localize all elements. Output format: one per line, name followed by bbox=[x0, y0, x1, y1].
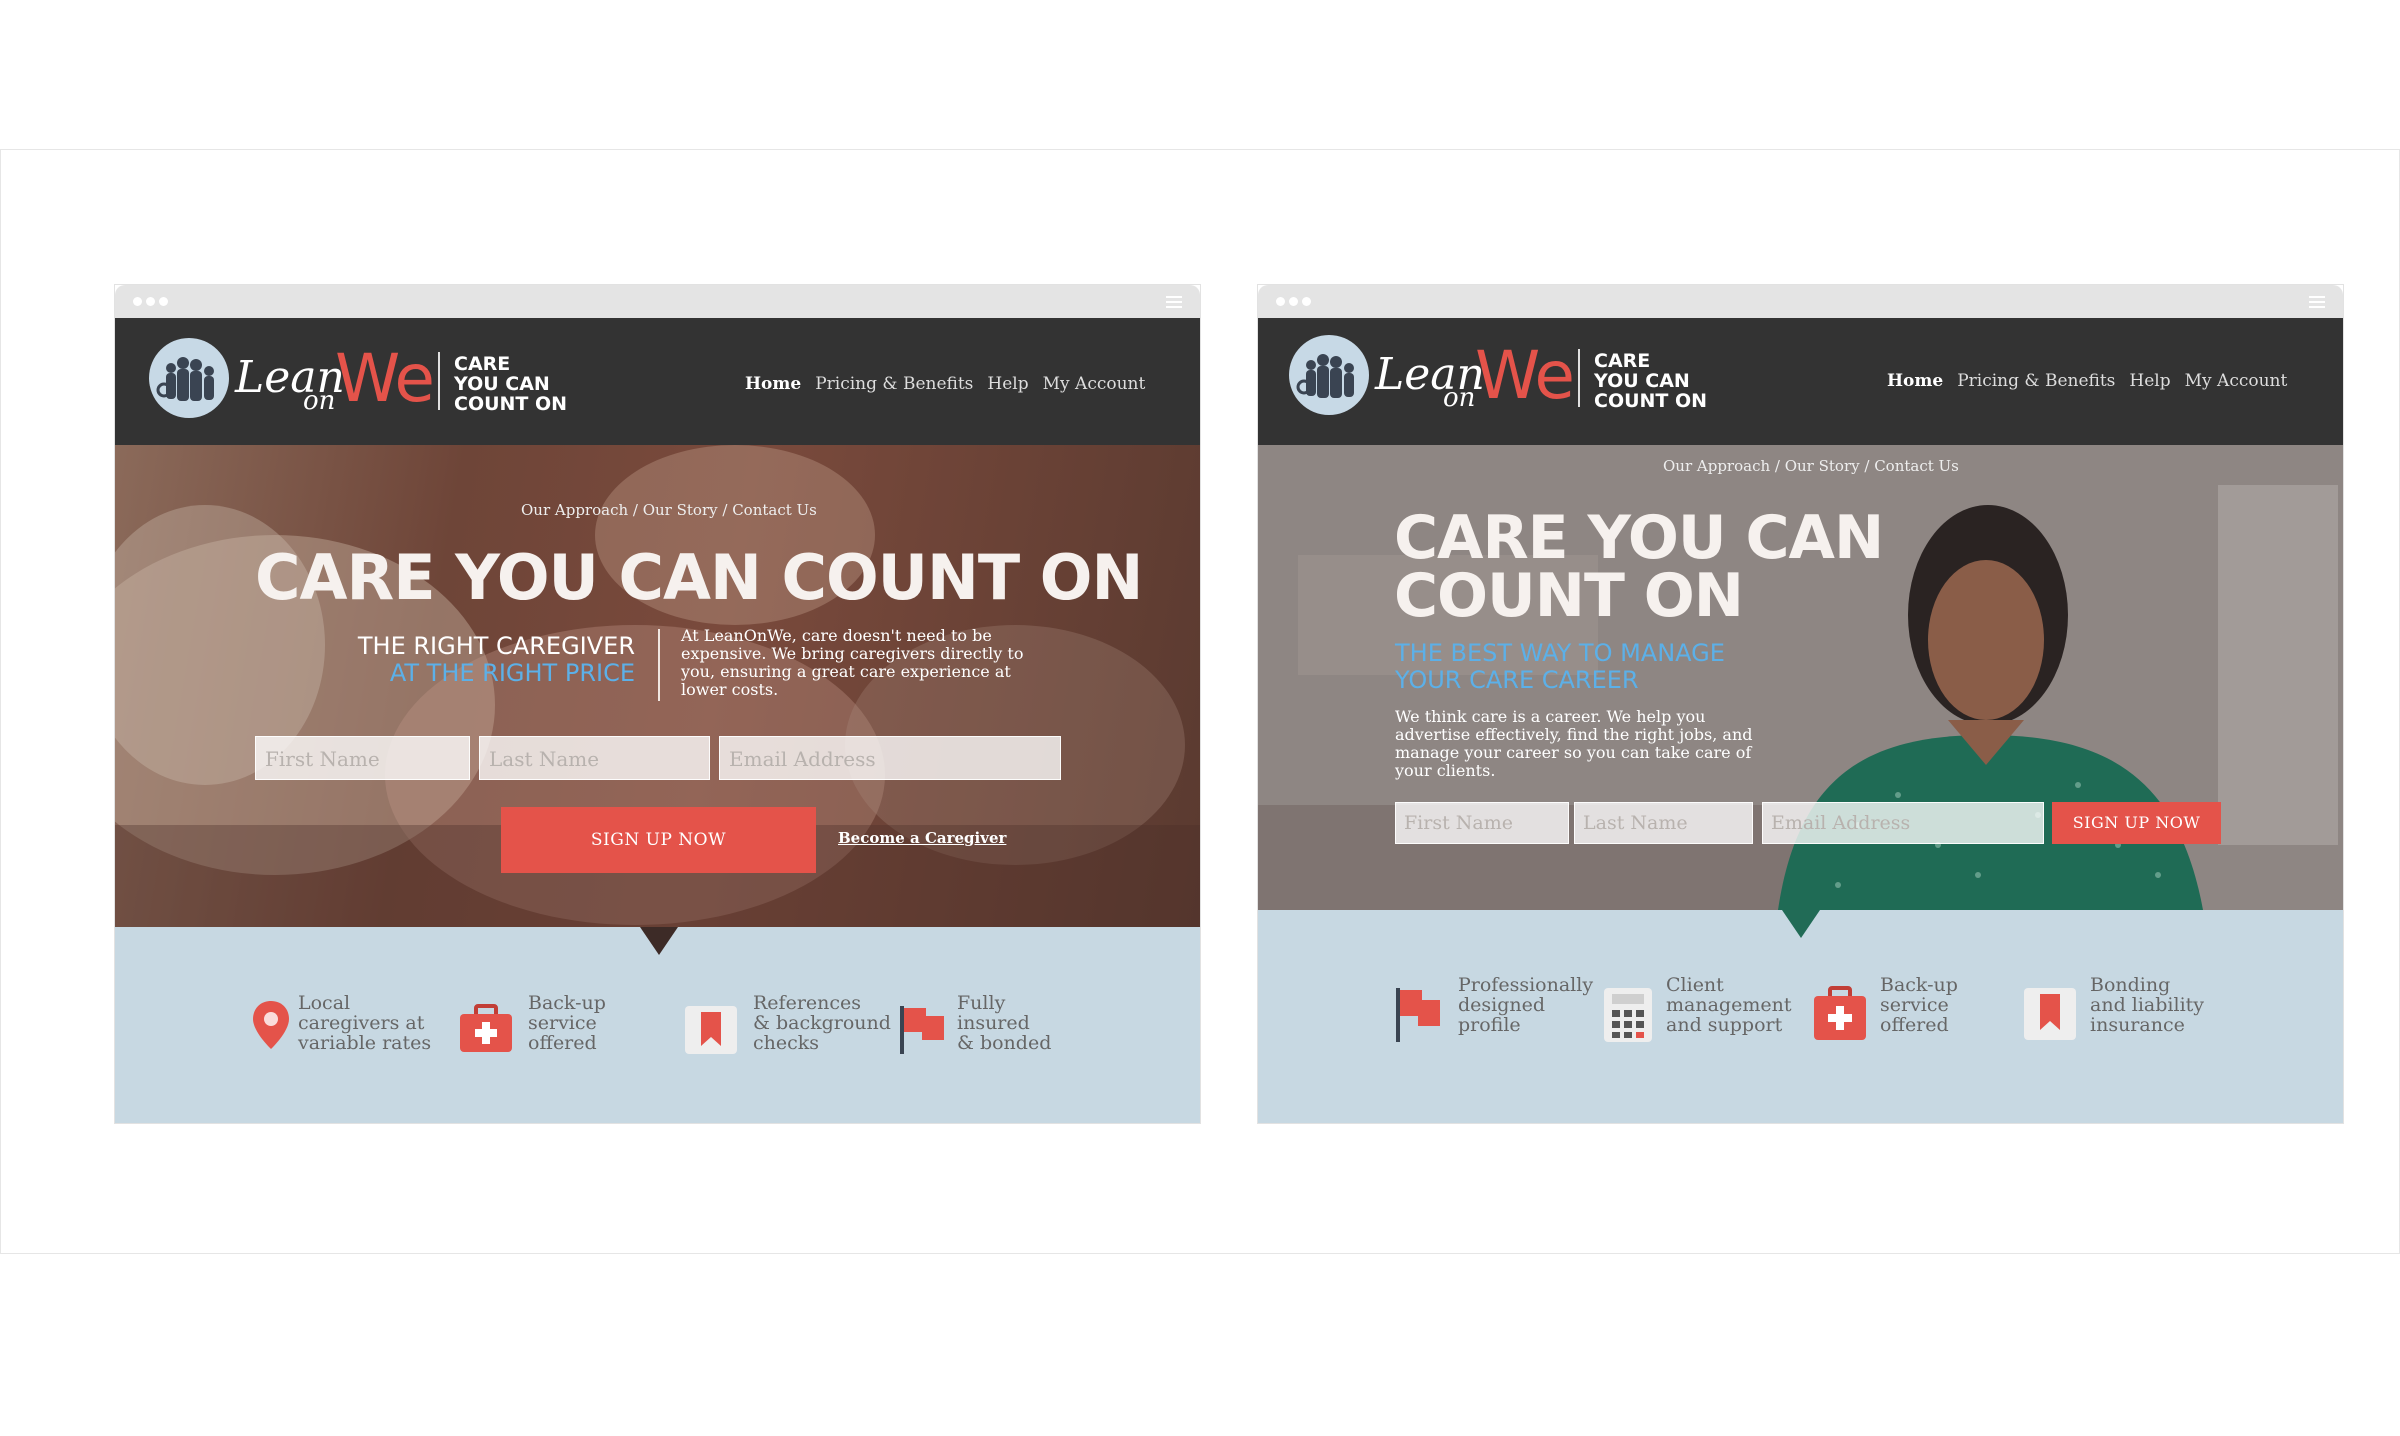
map-pin-icon bbox=[253, 1001, 289, 1049]
nav-home[interactable]: Home bbox=[745, 374, 801, 394]
logo-tagline: CARE YOU CAN COUNT ON bbox=[1594, 350, 1708, 412]
hero-subheadline: THE BEST WAY TO MANAGE YOUR CARE CAREER bbox=[1395, 640, 1725, 694]
feature-item: References & background checks bbox=[683, 993, 891, 1056]
caregiver-career-mockup: Lean on We CARE YOU CAN COUNT ON Home Pr… bbox=[1258, 285, 2343, 1123]
first-name-input[interactable]: First Name bbox=[1395, 802, 1569, 844]
features-band: Local caregivers at variable rates Back-… bbox=[115, 927, 1200, 1123]
breadcrumb[interactable]: Our Approach / Our Story / Contact Us bbox=[1663, 457, 1959, 475]
flag-icon bbox=[1396, 988, 1440, 1042]
feature-item: Client management and support bbox=[1602, 975, 1791, 1044]
browser-chrome bbox=[115, 285, 1200, 318]
site-header: Lean on We CARE YOU CAN COUNT ON Home Pr… bbox=[1258, 318, 2343, 445]
subheadline-line-1: THE RIGHT CAREGIVER bbox=[357, 632, 635, 660]
become-caregiver-link[interactable]: Become a Caregiver bbox=[838, 829, 1006, 847]
logo-divider bbox=[438, 352, 440, 410]
feature-text: Bonding and liability insurance bbox=[2090, 974, 2205, 1036]
feature-item: Local caregivers at variable rates bbox=[250, 993, 431, 1053]
hero-subheadline: THE RIGHT CAREGIVER AT THE RIGHT PRICE bbox=[358, 633, 635, 687]
feature-text: Local caregivers at variable rates bbox=[298, 992, 432, 1054]
hero-description: At LeanOnWe, care doesn't need to be exp… bbox=[681, 626, 1024, 699]
last-name-input[interactable]: Last Name bbox=[1574, 802, 1753, 844]
sign-up-button[interactable]: SIGN UP NOW bbox=[501, 807, 816, 873]
main-nav: Home Pricing & Benefits Help My Account bbox=[1887, 371, 2287, 391]
feature-text: Client management and support bbox=[1666, 974, 1792, 1036]
logo[interactable]: Lean on We CARE YOU CAN COUNT ON bbox=[1289, 335, 1719, 419]
nav-my-account[interactable]: My Account bbox=[1043, 374, 1146, 394]
subheadline-line-2: AT THE RIGHT PRICE bbox=[389, 659, 635, 687]
feature-item: Bonding and liability insurance bbox=[2022, 975, 2204, 1042]
nav-pricing-benefits[interactable]: Pricing & Benefits bbox=[815, 374, 973, 394]
calculator-icon bbox=[1604, 988, 1652, 1042]
family-badge-icon bbox=[1289, 335, 1369, 415]
headline-line-2: COUNT ON bbox=[1394, 561, 1744, 631]
subheadline-divider bbox=[658, 629, 660, 701]
family-badge-icon bbox=[149, 338, 229, 418]
logo[interactable]: Lean on We CARE YOU CAN COUNT ON bbox=[149, 338, 579, 422]
hero-headline: CARE YOU CAN COUNT ON bbox=[255, 541, 1143, 614]
email-input[interactable]: Email Address bbox=[719, 736, 1061, 780]
nav-help[interactable]: Help bbox=[987, 374, 1028, 394]
section-pointer bbox=[640, 927, 678, 955]
email-input[interactable]: Email Address bbox=[1762, 802, 2044, 844]
subheadline-line-2: YOUR CARE CAREER bbox=[1395, 666, 1639, 694]
feature-item: Professionally designed profile bbox=[1394, 975, 1593, 1044]
caregiver-landing-mockup: Lean on We CARE YOU CAN COUNT ON Home Pr… bbox=[115, 285, 1200, 1123]
logo-on: on bbox=[303, 386, 336, 416]
nav-pricing-benefits[interactable]: Pricing & Benefits bbox=[1957, 371, 2115, 391]
logo-tagline: CARE YOU CAN COUNT ON bbox=[454, 353, 568, 415]
subheadline-line-1: THE BEST WAY TO MANAGE bbox=[1395, 639, 1725, 667]
nav-help[interactable]: Help bbox=[2129, 371, 2170, 391]
feature-text: Back-up service offered bbox=[1880, 974, 1958, 1036]
feature-item: Fully insured & bonded bbox=[898, 993, 1051, 1056]
first-name-input[interactable]: First Name bbox=[255, 736, 470, 780]
flag-icon bbox=[900, 1006, 944, 1054]
features-band: Professionally designed profile Client m… bbox=[1258, 910, 2343, 1123]
first-aid-kit-icon bbox=[460, 1004, 512, 1052]
headline-line-1: CARE YOU CAN bbox=[1394, 503, 1884, 573]
hero-section: Our Approach / Our Story / Contact Us CA… bbox=[115, 445, 1200, 927]
hero-headline: CARE YOU CAN COUNT ON bbox=[1394, 503, 1884, 631]
feature-text: Back-up service offered bbox=[528, 992, 606, 1054]
hamburger-icon[interactable] bbox=[2309, 296, 2325, 308]
browser-chrome bbox=[1258, 285, 2343, 318]
feature-text: References & background checks bbox=[753, 992, 891, 1054]
main-nav: Home Pricing & Benefits Help My Account bbox=[745, 374, 1145, 394]
hamburger-icon[interactable] bbox=[1166, 296, 1182, 308]
first-aid-kit-icon bbox=[1814, 986, 1866, 1040]
logo-we: We bbox=[335, 340, 435, 417]
bookmark-icon bbox=[685, 1006, 737, 1054]
feature-text: Fully insured & bonded bbox=[957, 992, 1052, 1054]
nav-home[interactable]: Home bbox=[1887, 371, 1943, 391]
window-dots bbox=[1276, 297, 1311, 306]
logo-divider bbox=[1578, 349, 1580, 407]
last-name-input[interactable]: Last Name bbox=[479, 736, 710, 780]
bookmark-icon bbox=[2024, 988, 2076, 1040]
feature-item: Back-up service offered bbox=[458, 993, 606, 1054]
site-header: Lean on We CARE YOU CAN COUNT ON Home Pr… bbox=[115, 318, 1200, 445]
logo-on: on bbox=[1443, 383, 1476, 413]
section-pointer bbox=[1782, 910, 1820, 938]
logo-we: We bbox=[1475, 337, 1575, 414]
window-dots bbox=[133, 297, 168, 306]
sign-up-button[interactable]: SIGN UP NOW bbox=[2052, 802, 2221, 844]
breadcrumb[interactable]: Our Approach / Our Story / Contact Us bbox=[521, 501, 817, 519]
hero-description: We think care is a career. We help you a… bbox=[1395, 707, 1753, 780]
nav-my-account[interactable]: My Account bbox=[2185, 371, 2288, 391]
feature-item: Back-up service offered bbox=[1812, 975, 1958, 1042]
feature-text: Professionally designed profile bbox=[1458, 974, 1594, 1036]
hero-section: Our Approach / Our Story / Contact Us CA… bbox=[1258, 445, 2343, 910]
